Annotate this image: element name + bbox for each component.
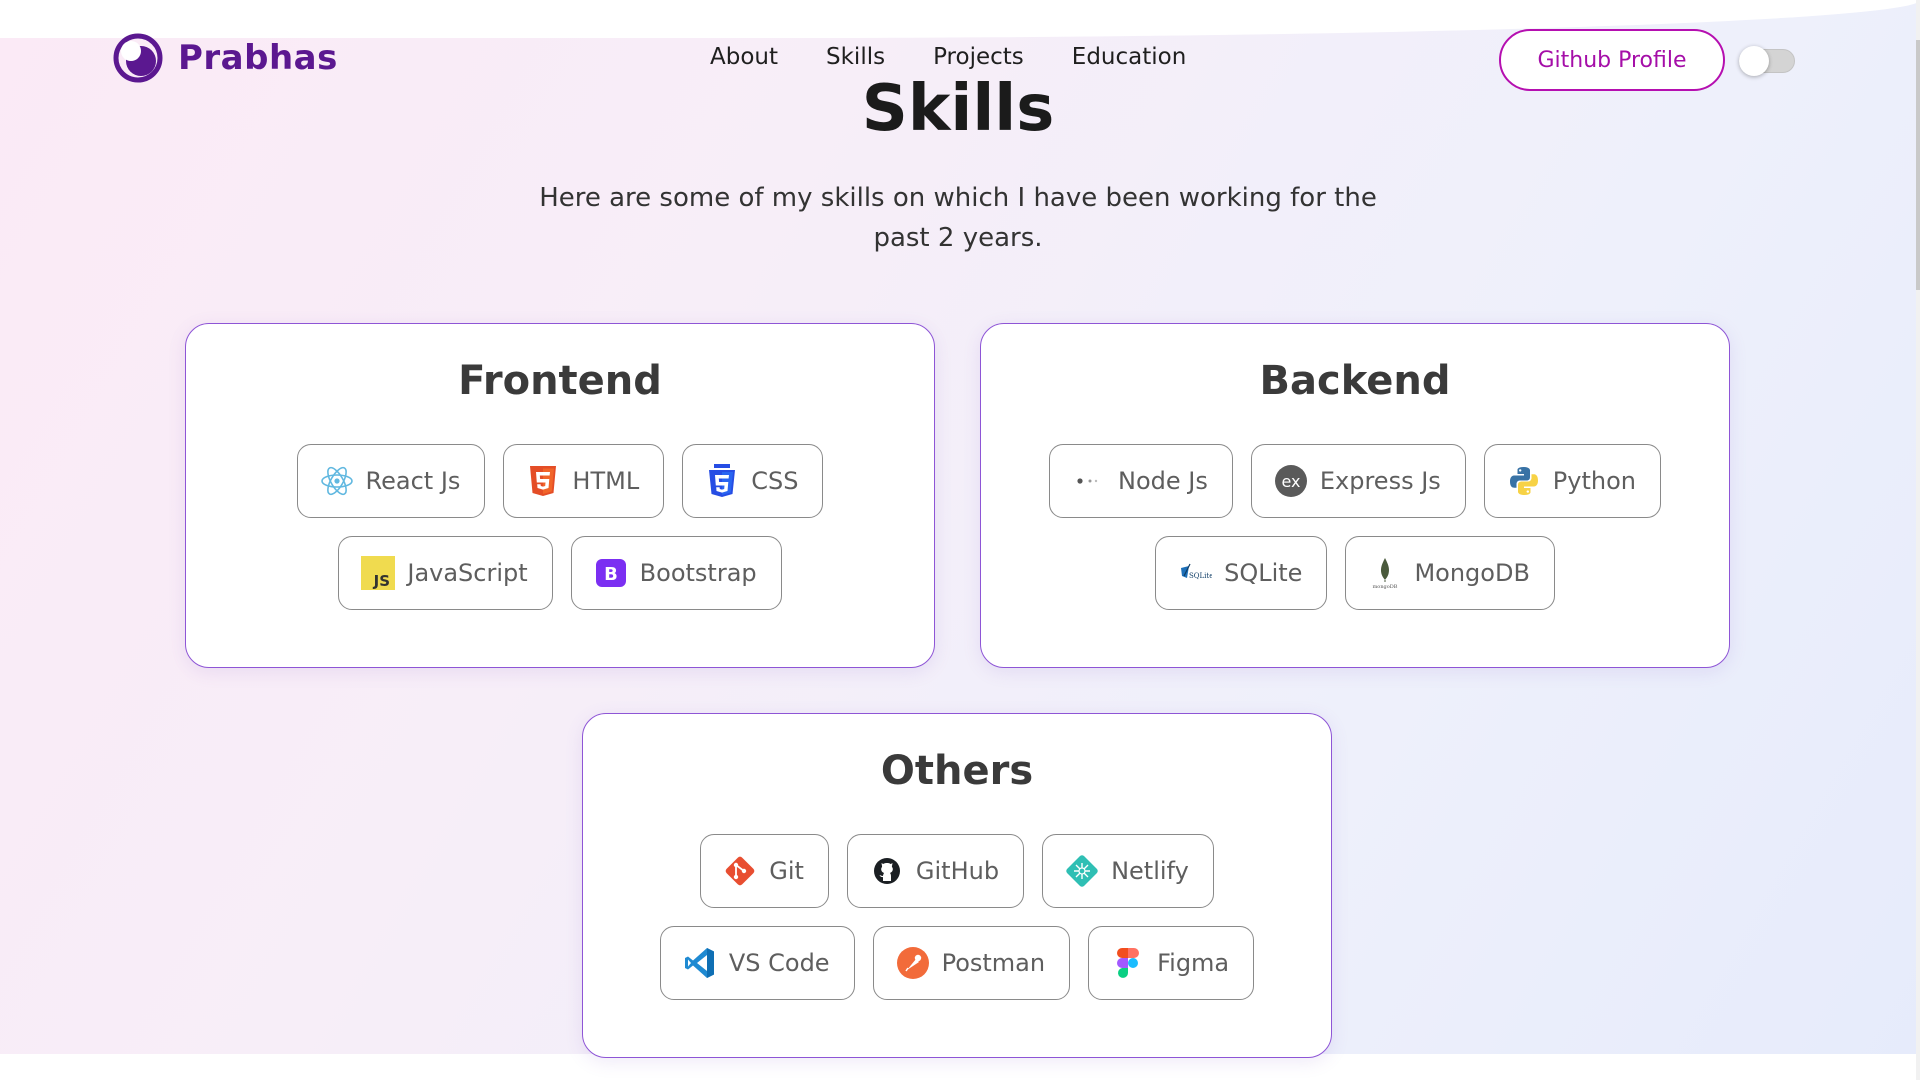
netlify-icon <box>1066 855 1098 887</box>
mongodb-icon: mongoDB <box>1373 558 1398 590</box>
chip-row: JS JavaScript B Bootstrap <box>186 536 934 610</box>
skill-chip-python[interactable]: Python <box>1483 444 1661 518</box>
skill-chip-css[interactable]: CSS <box>682 444 824 518</box>
svg-text:SQLite: SQLite <box>1189 572 1212 580</box>
nav-link-skills[interactable]: Skills <box>826 44 885 70</box>
skill-chip-react[interactable]: React Js <box>296 444 486 518</box>
skill-label: JavaScript <box>407 559 528 587</box>
section-title: Skills <box>861 72 1055 146</box>
scrollbar[interactable] <box>1916 0 1920 1080</box>
skill-label: React Js <box>365 467 461 495</box>
svg-text:B: B <box>604 564 618 585</box>
javascript-icon: JS <box>361 556 396 590</box>
nav-link-projects[interactable]: Projects <box>933 44 1024 70</box>
chip-row: Node Js ex Express Js Python <box>981 444 1729 518</box>
theme-toggle[interactable] <box>1739 46 1795 76</box>
skill-label: Postman <box>941 949 1046 977</box>
skill-label: Figma <box>1157 949 1230 977</box>
chip-row: React Js HTML CSS <box>186 444 934 518</box>
skill-chip-nodejs[interactable]: Node Js <box>1049 444 1233 518</box>
skill-label: SQLite <box>1224 559 1303 587</box>
skill-chip-express[interactable]: ex Express Js <box>1250 444 1466 518</box>
skill-chip-html[interactable]: HTML <box>503 444 665 518</box>
skill-chip-github[interactable]: GitHub <box>846 834 1025 908</box>
skill-label: Python <box>1552 467 1636 495</box>
card-title: Frontend <box>458 358 662 404</box>
skill-card-frontend: Frontend React Js HTML CSS JS JavaScript… <box>185 323 935 668</box>
skill-label: MongoDB <box>1414 559 1530 587</box>
express-icon: ex <box>1274 465 1307 497</box>
html5-icon <box>530 466 557 496</box>
postman-icon <box>896 947 929 979</box>
skill-card-others: Others Git GitHub Netlify VS Code Postma… <box>582 713 1332 1058</box>
git-icon <box>725 856 755 886</box>
chip-row: VS Code Postman Figma <box>583 926 1331 1000</box>
skill-chip-javascript[interactable]: JS JavaScript <box>338 536 553 610</box>
github-icon <box>873 858 900 884</box>
skill-label: Git <box>769 857 804 885</box>
skill-chip-mongodb[interactable]: mongoDB MongoDB <box>1345 536 1555 610</box>
skill-label: Netlify <box>1111 857 1189 885</box>
sqlite-icon: SQLite <box>1181 563 1212 580</box>
chip-row: SQLite SQLite mongoDB MongoDB <box>981 536 1729 610</box>
svg-text:ex: ex <box>1281 472 1300 491</box>
bootstrap-icon: B <box>595 559 626 587</box>
chip-row: Git GitHub Netlify <box>583 834 1331 908</box>
nav-link-about[interactable]: About <box>710 44 778 70</box>
skill-label: Node Js <box>1118 467 1208 495</box>
css3-icon <box>709 464 736 497</box>
skill-card-backend: Backend Node Js ex Express Js Python SQL… <box>980 323 1730 668</box>
skill-label: Bootstrap <box>639 559 757 587</box>
react-icon <box>320 466 353 496</box>
skill-label: HTML <box>572 467 640 495</box>
card-title: Others <box>880 748 1034 794</box>
svg-text:JS: JS <box>373 572 390 590</box>
nav-links: About Skills Projects Education <box>710 44 1234 70</box>
skill-chip-figma[interactable]: Figma <box>1088 926 1255 1000</box>
scrollbar-thumb[interactable] <box>1916 40 1920 290</box>
nodejs-icon <box>1077 478 1098 484</box>
skill-label: CSS <box>751 467 799 495</box>
svg-text:mongoDB: mongoDB <box>1373 584 1398 590</box>
skill-chip-bootstrap[interactable]: B Bootstrap <box>570 536 782 610</box>
skill-chip-netlify[interactable]: Netlify <box>1042 834 1214 908</box>
skill-label: GitHub <box>915 857 1000 885</box>
skill-chip-vscode[interactable]: VS Code <box>659 926 855 1000</box>
skill-chip-postman[interactable]: Postman <box>872 926 1071 1000</box>
skill-label: Express Js <box>1319 467 1441 495</box>
python-icon <box>1509 467 1538 495</box>
skill-chip-sqlite[interactable]: SQLite SQLite <box>1155 536 1328 610</box>
section-description: Here are some of my skills on which I ha… <box>539 183 1377 253</box>
skill-label: VS Code <box>728 949 830 977</box>
skill-chip-git[interactable]: Git <box>700 834 829 908</box>
card-title: Backend <box>1259 358 1451 404</box>
figma-icon <box>1117 948 1140 978</box>
vscode-icon <box>684 948 714 978</box>
nav-link-education[interactable]: Education <box>1072 44 1187 70</box>
